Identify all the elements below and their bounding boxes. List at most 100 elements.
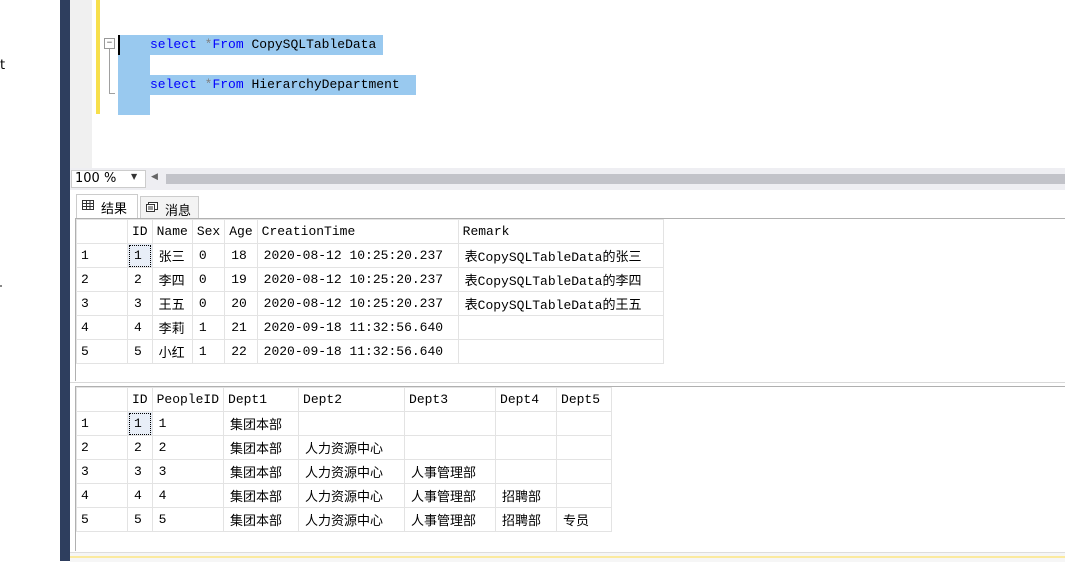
table-row[interactable]: 2 2 李四 0 19 2020-08-12 10:25:20.237 表Cop…	[76, 267, 664, 292]
table-row[interactable]: 5 5 小红 1 22 2020-09-18 11:32:56.640	[76, 339, 664, 364]
row-number[interactable]: 5	[76, 507, 128, 532]
row-number[interactable]: 4	[76, 483, 128, 508]
cell-dept5[interactable]: 专员	[556, 507, 613, 532]
cell-creationtime[interactable]: 2020-08-12 10:25:20.237	[256, 243, 459, 268]
cell-remark[interactable]	[457, 315, 664, 340]
column-header-id[interactable]: ID	[127, 219, 153, 244]
cell-id[interactable]: 5	[127, 339, 153, 364]
column-header-dept2[interactable]: Dept2	[298, 387, 406, 412]
cell-dept2[interactable]: 人力资源中心	[298, 483, 406, 508]
cell-sex[interactable]: 1	[191, 339, 226, 364]
row-number[interactable]: 2	[76, 267, 128, 292]
column-header-peopleid[interactable]: PeopleID	[151, 387, 225, 412]
cell-id[interactable]: 3	[127, 459, 153, 484]
cell-dept4[interactable]	[495, 459, 558, 484]
cell-dept2[interactable]: 人力资源中心	[298, 459, 406, 484]
table-row[interactable]: 1 1 1 集团本部	[76, 411, 613, 436]
cell-dept3[interactable]: 人事管理部	[404, 459, 497, 484]
cell-age[interactable]: 20	[224, 291, 258, 316]
code-line-2[interactable]: select *From HierarchyDepartment	[150, 75, 400, 95]
result-grid-1[interactable]: ID Name Sex Age CreationTime Remark 1 1 …	[75, 218, 1065, 381]
cell-name[interactable]: 小红	[151, 339, 193, 364]
cell-sex[interactable]: 0	[191, 267, 226, 292]
column-header-id[interactable]: ID	[127, 387, 153, 412]
cell-age[interactable]: 19	[224, 267, 258, 292]
chevron-down-icon[interactable]: ▼	[131, 172, 137, 181]
cell-id[interactable]: 2	[127, 435, 153, 460]
cell-dept5[interactable]	[556, 435, 613, 460]
tab-results[interactable]: 结果	[76, 194, 138, 218]
cell-age[interactable]: 22	[224, 339, 258, 364]
cell-peopleid[interactable]: 4	[151, 483, 225, 508]
cell-dept4[interactable]: 招聘部	[495, 483, 558, 508]
cell-age[interactable]: 18	[224, 243, 258, 268]
cell-name[interactable]: 李四	[151, 267, 193, 292]
cell-sex[interactable]: 0	[191, 291, 226, 316]
column-header-dept3[interactable]: Dept3	[404, 387, 497, 412]
row-number[interactable]: 4	[76, 315, 128, 340]
cell-id[interactable]: 2	[127, 267, 153, 292]
row-number-header[interactable]	[76, 387, 128, 412]
row-number[interactable]: 3	[76, 291, 128, 316]
cell-sex[interactable]: 1	[191, 315, 226, 340]
column-header-dept4[interactable]: Dept4	[495, 387, 558, 412]
column-header-dept5[interactable]: Dept5	[556, 387, 613, 412]
cell-dept1[interactable]: 集团本部	[223, 411, 300, 436]
table-row[interactable]: 3 3 3 集团本部 人力资源中心 人事管理部	[76, 459, 613, 484]
column-header-name[interactable]: Name	[151, 219, 193, 244]
horizontal-scrollbar-thumb[interactable]	[166, 174, 1065, 184]
cell-id[interactable]: 4	[127, 315, 153, 340]
table-row[interactable]: 4 4 4 集团本部 人力资源中心 人事管理部 招聘部	[76, 483, 613, 508]
row-number[interactable]: 1	[76, 243, 128, 268]
column-header-sex[interactable]: Sex	[191, 219, 226, 244]
cell-dept3[interactable]	[404, 411, 497, 436]
table-row[interactable]: 1 1 张三 0 18 2020-08-12 10:25:20.237 表Cop…	[76, 243, 664, 268]
cell-remark[interactable]: 表CopySQLTableData的李四	[457, 267, 664, 292]
tab-messages[interactable]: 消息	[140, 196, 199, 219]
cell-remark[interactable]	[457, 339, 664, 364]
table-row[interactable]: 2 2 2 集团本部 人力资源中心	[76, 435, 613, 460]
cell-dept2[interactable]: 人力资源中心	[298, 435, 406, 460]
cell-sex[interactable]: 0	[191, 243, 226, 268]
row-number[interactable]: 1	[76, 411, 128, 436]
result-grid-2[interactable]: ID PeopleID Dept1 Dept2 Dept3 Dept4 Dept…	[75, 386, 1065, 551]
table-row[interactable]: 3 3 王五 0 20 2020-08-12 10:25:20.237 表Cop…	[76, 291, 664, 316]
column-header-age[interactable]: Age	[224, 219, 258, 244]
cell-dept3[interactable]: 人事管理部	[404, 483, 497, 508]
cell-dept5[interactable]	[556, 459, 613, 484]
code-line-1[interactable]: select *From CopySQLTableData	[150, 35, 376, 55]
scroll-left-icon[interactable]: ◀	[151, 172, 158, 182]
cell-name[interactable]: 李莉	[151, 315, 193, 340]
cell-name[interactable]: 张三	[151, 243, 193, 268]
cell-age[interactable]: 21	[224, 315, 258, 340]
cell-id[interactable]: 5	[127, 507, 153, 532]
pane-splitter[interactable]	[60, 0, 70, 561]
cell-dept1[interactable]: 集团本部	[223, 459, 300, 484]
cell-peopleid[interactable]: 2	[151, 435, 225, 460]
cell-remark[interactable]: 表CopySQLTableData的王五	[457, 291, 664, 316]
collapse-outline-button[interactable]: −	[104, 38, 115, 49]
cell-dept1[interactable]: 集团本部	[223, 435, 300, 460]
row-number[interactable]: 5	[76, 339, 128, 364]
cell-dept1[interactable]: 集团本部	[223, 483, 300, 508]
cell-id[interactable]: 4	[127, 483, 153, 508]
cell-peopleid[interactable]: 1	[151, 411, 225, 436]
table-row[interactable]: 5 5 5 集团本部 人力资源中心 人事管理部 招聘部 专员	[76, 507, 613, 532]
cell-id[interactable]: 1	[127, 243, 153, 268]
table-row[interactable]: 4 4 李莉 1 21 2020-09-18 11:32:56.640	[76, 315, 664, 340]
row-number[interactable]: 3	[76, 459, 128, 484]
cell-id[interactable]: 1	[127, 411, 153, 436]
cell-dept1[interactable]: 集团本部	[223, 507, 300, 532]
column-header-creationtime[interactable]: CreationTime	[256, 219, 459, 244]
cell-peopleid[interactable]: 5	[151, 507, 225, 532]
cell-name[interactable]: 王五	[151, 291, 193, 316]
cell-creationtime[interactable]: 2020-08-12 10:25:20.237	[256, 267, 459, 292]
cell-dept4[interactable]: 招聘部	[495, 507, 558, 532]
cell-dept5[interactable]	[556, 483, 613, 508]
row-number[interactable]: 2	[76, 435, 128, 460]
cell-creationtime[interactable]: 2020-09-18 11:32:56.640	[256, 339, 459, 364]
cell-dept5[interactable]	[556, 411, 613, 436]
cell-peopleid[interactable]: 3	[151, 459, 225, 484]
cell-dept4[interactable]	[495, 435, 558, 460]
row-number-header[interactable]	[76, 219, 128, 244]
